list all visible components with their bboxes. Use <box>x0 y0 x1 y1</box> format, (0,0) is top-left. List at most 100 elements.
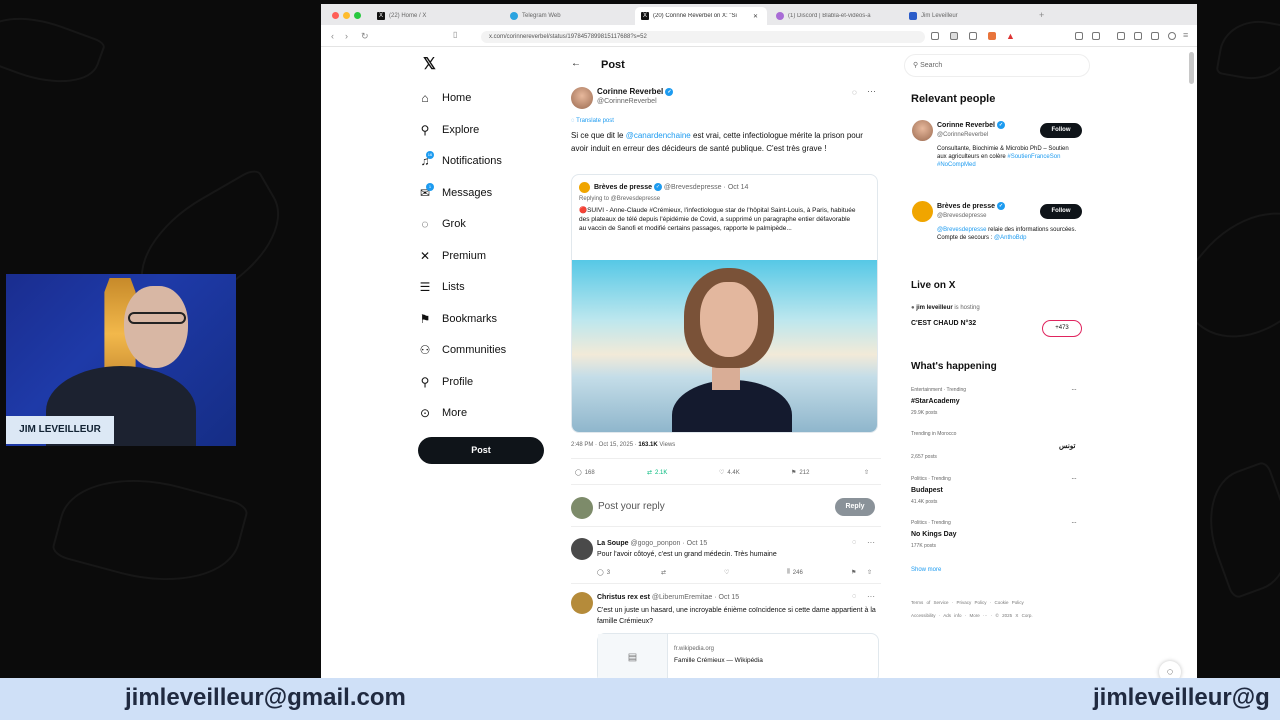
link-card[interactable]: ▤ fr.wikipedia.org Famille Crémieux — Wi… <box>597 633 879 678</box>
grok-icon[interactable]: ◌ <box>852 88 857 97</box>
views-action[interactable]: ⫼ 246 <box>787 569 803 576</box>
repost-action[interactable]: ⇄ <box>661 569 666 576</box>
tab-telegram[interactable]: Telegram Web <box>504 7 632 25</box>
bookmark-page-icon[interactable]: ▯ <box>453 30 457 40</box>
listener-count[interactable]: +473 <box>1042 320 1082 337</box>
more-options-icon[interactable]: ··· <box>1071 385 1077 394</box>
trend-name[interactable]: تونس <box>1059 442 1075 450</box>
nav-profile[interactable]: ⚲ Profile <box>418 372 474 392</box>
scrollbar[interactable] <box>1189 52 1194 84</box>
nav-more[interactable]: ⊙ More <box>418 403 467 423</box>
back-arrow-icon[interactable]: ← <box>571 58 581 69</box>
nav-home[interactable]: ⌂ Home <box>418 88 471 108</box>
trend-name[interactable]: No Kings Day <box>911 531 957 538</box>
reply-author[interactable]: Christus rex est <box>597 594 650 601</box>
quoted-post[interactable]: Brèves de presse ✓ @Brevesdepresse · Oct… <box>571 174 878 433</box>
nav-explore[interactable]: ⚲ Explore <box>418 120 480 140</box>
brave-shield-icon[interactable] <box>988 32 996 40</box>
close-tab-icon[interactable]: ✕ <box>753 13 758 20</box>
reply-button[interactable]: Reply <box>835 498 875 516</box>
nav-grok[interactable]: ◌ Grok <box>418 214 465 234</box>
like-action[interactable]: ♡ <box>724 569 729 576</box>
menu-icon[interactable]: ≡ <box>1183 30 1188 40</box>
author-handle[interactable]: @CorinneReverbel <box>597 98 657 105</box>
more-options-icon[interactable]: ··· <box>1071 474 1077 483</box>
extension-icon[interactable] <box>1134 32 1142 40</box>
sidebar-toggle-icon[interactable] <box>1117 32 1125 40</box>
person-name[interactable]: Brèves de presse <box>937 203 995 210</box>
close-window-button[interactable] <box>332 12 339 19</box>
minimize-window-button[interactable] <box>343 12 350 19</box>
back-icon[interactable]: ‹ <box>331 31 334 41</box>
quote-photo[interactable] <box>572 260 877 432</box>
author-avatar[interactable] <box>571 87 593 109</box>
more-options-icon[interactable]: ··· <box>867 538 875 547</box>
grok-icon[interactable]: ◌ <box>852 593 856 600</box>
trend-name[interactable]: #StarAcademy <box>911 398 960 405</box>
trend-name[interactable]: Budapest <box>911 487 943 494</box>
nav-communities[interactable]: ⚇ Communities <box>418 340 507 360</box>
person-name[interactable]: Corinne Reverbel <box>937 122 995 129</box>
extension-icon[interactable] <box>969 32 977 40</box>
tab-home-x[interactable]: X (22) Home / X <box>371 7 501 25</box>
follow-button[interactable]: Follow <box>1040 204 1082 219</box>
bookmark-action[interactable]: ⚑ 212 <box>791 469 809 477</box>
page-title: Post <box>601 59 625 71</box>
footer-link[interactable]: Cookie Policy <box>995 600 1024 605</box>
follow-button[interactable]: Follow <box>1040 123 1082 138</box>
extension-icon[interactable] <box>1075 32 1083 40</box>
show-more-link[interactable]: Show more <box>911 567 941 573</box>
translate-link[interactable]: ◌ Translate post <box>571 118 614 124</box>
extension-icon[interactable] <box>931 32 939 40</box>
share-icon[interactable]: ⇧ <box>867 569 872 576</box>
tab-jim-leveilleur[interactable]: Jim Leveilleur <box>903 7 1033 25</box>
maximize-window-button[interactable] <box>354 12 361 19</box>
profile-icon[interactable] <box>1168 32 1176 40</box>
like-action[interactable]: ♡ 4.4K <box>719 469 740 477</box>
alert-triangle-icon[interactable]: ▲ <box>1006 31 1015 41</box>
live-space-title[interactable]: C'EST CHAUD N°32 <box>911 320 976 327</box>
bio-mention[interactable]: @AnthoBdp <box>994 235 1026 241</box>
repost-action[interactable]: ⇄ 2.1K <box>647 469 667 477</box>
forward-icon[interactable]: › <box>345 31 348 41</box>
search-input[interactable]: ⚲ Search <box>904 54 1090 77</box>
x-logo-icon[interactable]: 𝕏 <box>423 54 436 74</box>
bio-mention[interactable]: @Brevesdepresse <box>937 227 986 233</box>
author-name[interactable]: Corinne Reverbel <box>597 87 663 96</box>
nav-bookmarks[interactable]: ⚑ Bookmarks <box>418 309 497 329</box>
reply-input[interactable]: Post your reply <box>598 501 665 512</box>
footer-link[interactable]: Accessibility <box>911 613 936 618</box>
nav-notifications[interactable]: ♫ 16 Notifications <box>418 151 502 171</box>
footer-link[interactable]: Ads info <box>943 613 961 618</box>
address-input[interactable]: x.com/corinnereverbel/status/19784578998… <box>481 31 925 43</box>
bookmark-icon[interactable]: ⚑ <box>851 569 856 576</box>
nav-messages[interactable]: ✉ 1 Messages <box>418 183 492 203</box>
tab-corinne-post[interactable]: X (20) Corinne Reverbel on X: "Si ✕ <box>635 7 767 25</box>
mention-link[interactable]: @canardenchaine <box>626 131 691 140</box>
reload-icon[interactable]: ↻ <box>361 31 369 41</box>
reply-action[interactable]: ◯ 3 <box>597 569 610 577</box>
reply-avatar[interactable] <box>571 538 593 560</box>
tab-discord[interactable]: (1) Discord | Blabla-et-vidéos-a <box>770 7 900 25</box>
more-options-icon[interactable]: ··· <box>867 86 876 96</box>
share-icon[interactable]: ⇧ <box>864 469 869 476</box>
new-tab-icon[interactable]: + <box>1039 10 1044 20</box>
footer-link[interactable]: Terms of Service <box>911 600 949 605</box>
person-avatar[interactable] <box>912 201 933 222</box>
reply-author[interactable]: La Soupe <box>597 540 629 547</box>
grok-floating-icon[interactable]: ◌ <box>1159 661 1181 678</box>
footer-link[interactable]: Privacy Policy <box>957 600 987 605</box>
more-options-icon[interactable]: ··· <box>867 592 875 601</box>
extension-icon[interactable] <box>1151 32 1159 40</box>
extension-icon[interactable] <box>950 32 958 40</box>
reply-avatar[interactable] <box>571 592 593 614</box>
more-options-icon[interactable]: ··· <box>1071 518 1077 527</box>
post-button[interactable]: Post <box>418 437 544 464</box>
reply-action[interactable]: ◯ 168 <box>575 469 595 477</box>
nav-premium[interactable]: ✕ Premium <box>418 246 486 266</box>
grok-icon[interactable]: ◌ <box>852 539 856 546</box>
extension-icon[interactable] <box>1092 32 1100 40</box>
footer-link[interactable]: More ··· <box>970 613 988 618</box>
nav-lists[interactable]: ☰ Lists <box>418 277 465 297</box>
person-avatar[interactable] <box>912 120 933 141</box>
